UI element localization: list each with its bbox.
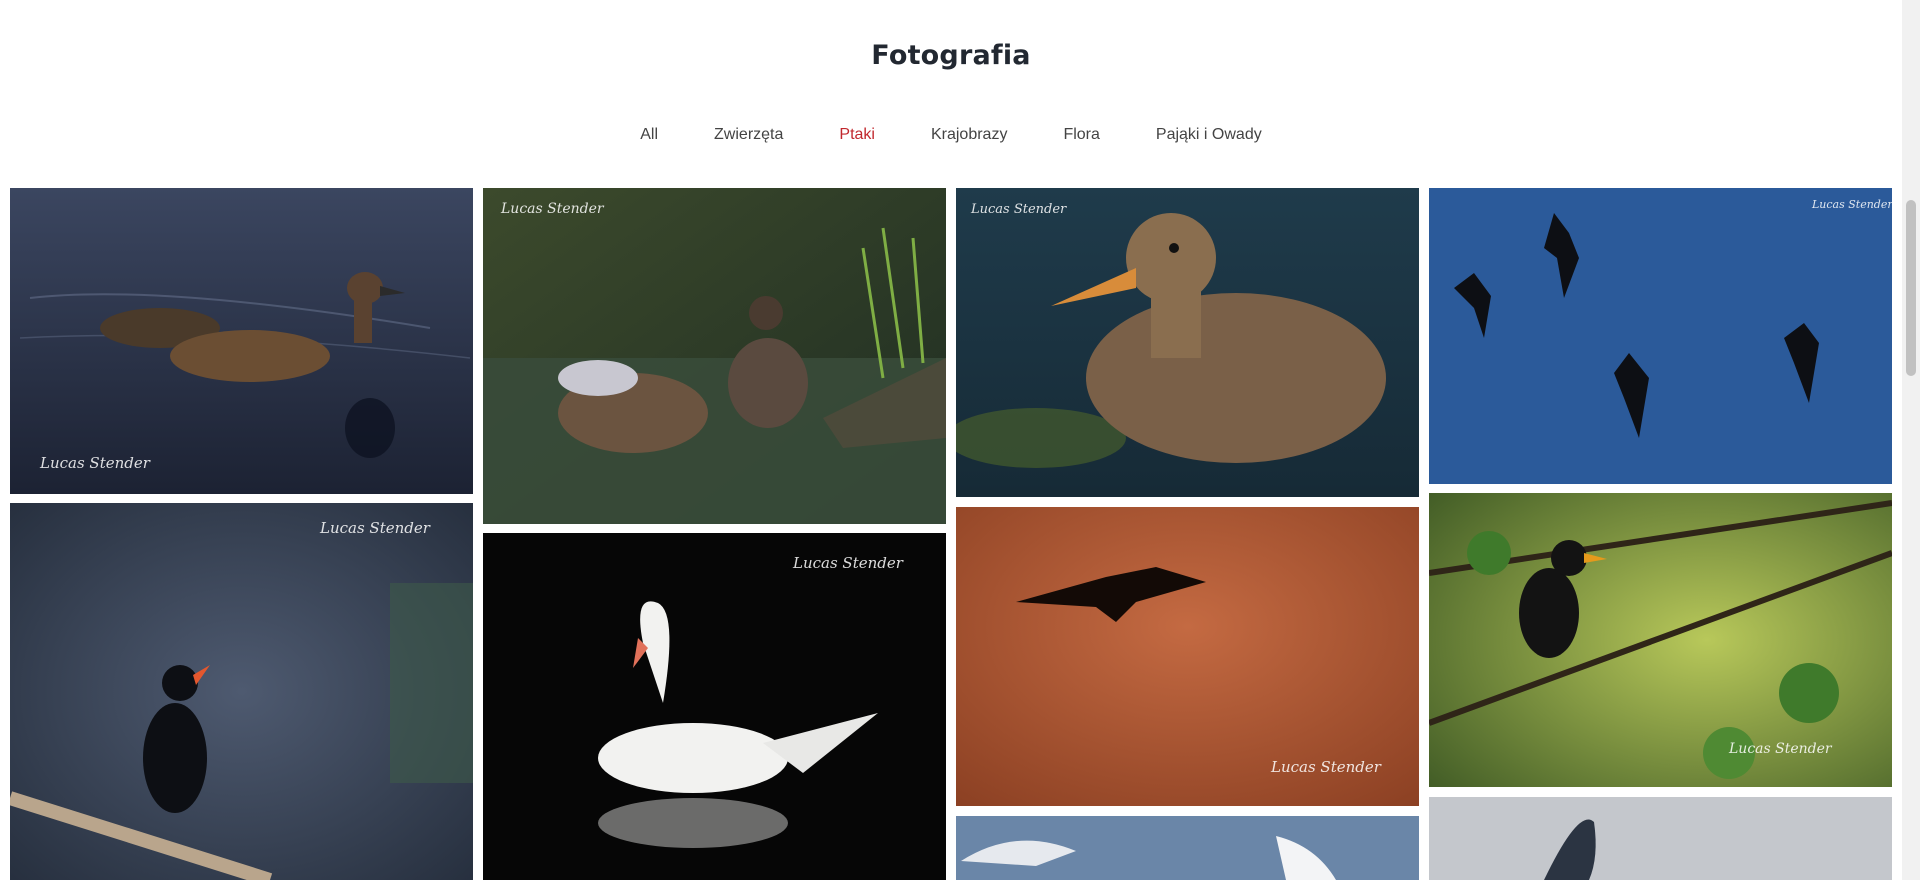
bird-wings-photo[interactable] [1429,797,1892,880]
portfolio-page: Fotografia All Zwierzęta Ptaki Krajobraz… [0,0,1920,880]
watermark-signature: Lucas Stender [1811,198,1892,211]
filter-pajaki-i-owady[interactable]: Pająki i Owady [1128,126,1290,144]
swans-flying-photo[interactable] [956,816,1419,880]
white-swan-photo[interactable]: Lucas Stender [483,533,946,880]
filter-zwierzeta[interactable]: Zwierzęta [686,126,811,144]
watermark-signature: Lucas Stender [792,554,904,572]
mallard-duck-closeup-photo[interactable]: Lucas Stender [956,188,1419,497]
page-scrollbar[interactable] [1902,0,1920,880]
bird-silhouette-sunset-photo[interactable]: Lucas Stender [956,507,1419,806]
duck-with-ducklings-photo[interactable]: Lucas Stender [10,188,473,494]
filter-flora[interactable]: Flora [1035,126,1127,144]
ducks-on-shore-photo[interactable]: Lucas Stender [483,188,946,524]
page-title: Fotografia [871,40,1031,71]
category-filter-bar: All Zwierzęta Ptaki Krajobrazy Flora Paj… [0,126,1902,144]
watermark-signature: Lucas Stender [1270,758,1382,776]
watermark-signature: Lucas Stender [39,454,151,472]
filter-ptaki[interactable]: Ptaki [811,126,903,144]
photo-gallery: Lucas Stender Lucas Stender Lucas Stende… [10,188,1892,880]
filter-all[interactable]: All [612,126,686,144]
filter-krajobrazy[interactable]: Krajobrazy [903,126,1035,144]
cormorants-flying-photo[interactable]: Lucas Stender [1429,188,1892,484]
watermark-signature: Lucas Stender [319,519,431,537]
scrollbar-thumb[interactable] [1906,200,1916,376]
watermark-signature: Lucas Stender [500,201,605,217]
watermark-signature: Lucas Stender [1728,741,1833,757]
blackbird-on-branch-photo[interactable]: Lucas Stender [1429,493,1892,787]
blackbird-singing-photo[interactable]: Lucas Stender [10,503,473,880]
watermark-signature: Lucas Stender [970,202,1067,217]
